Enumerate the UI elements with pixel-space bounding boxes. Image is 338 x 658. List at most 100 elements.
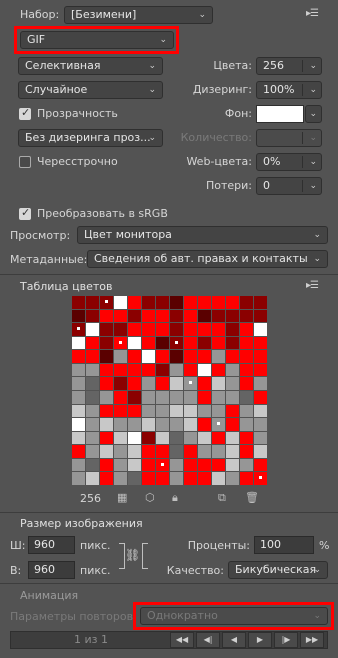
color-swatch[interactable]: [170, 336, 184, 351]
color-swatch[interactable]: [142, 404, 156, 419]
color-swatch[interactable]: [128, 404, 142, 419]
interlaced-checkbox[interactable]: [19, 156, 31, 168]
color-swatch[interactable]: [226, 377, 240, 391]
color-swatch[interactable]: [86, 336, 100, 351]
preview-select[interactable]: Цвет монитора ⌄: [77, 226, 328, 244]
color-swatch[interactable]: [184, 377, 198, 391]
color-swatch[interactable]: [254, 309, 268, 324]
color-swatch[interactable]: [142, 472, 156, 486]
color-swatch[interactable]: [226, 445, 240, 459]
color-swatch[interactable]: [156, 377, 170, 391]
color-swatch[interactable]: [212, 418, 226, 432]
height-input[interactable]: 960: [28, 561, 75, 579]
color-swatch[interactable]: [212, 309, 226, 324]
color-swatch[interactable]: [100, 323, 114, 337]
color-swatch[interactable]: [226, 363, 240, 378]
color-swatch[interactable]: [86, 296, 100, 310]
color-swatch[interactable]: [254, 418, 268, 432]
color-table-menu-icon[interactable]: ▸☰: [306, 280, 319, 291]
dither-select[interactable]: 100% ⌄: [256, 81, 322, 99]
color-swatch[interactable]: [240, 309, 254, 324]
color-swatch[interactable]: [142, 323, 156, 337]
color-swatch[interactable]: [100, 350, 114, 364]
color-swatch[interactable]: [142, 458, 156, 473]
color-swatch[interactable]: [198, 418, 212, 432]
color-swatch[interactable]: [254, 323, 268, 337]
color-swatch[interactable]: [100, 309, 114, 324]
color-swatch[interactable]: [86, 390, 100, 405]
color-swatch[interactable]: [128, 377, 142, 391]
color-swatch[interactable]: [170, 458, 184, 473]
color-swatch[interactable]: [212, 350, 226, 364]
play-icon[interactable]: ▶: [248, 632, 272, 648]
color-swatch[interactable]: [254, 363, 268, 378]
color-swatch[interactable]: [184, 296, 198, 310]
color-swatch[interactable]: [128, 390, 142, 405]
color-swatch[interactable]: [100, 445, 114, 459]
color-swatch[interactable]: [212, 296, 226, 310]
color-swatch[interactable]: [72, 377, 86, 391]
color-swatch[interactable]: [114, 390, 128, 405]
color-swatch[interactable]: [72, 390, 86, 405]
color-swatch[interactable]: [128, 418, 142, 432]
color-swatch[interactable]: [142, 296, 156, 310]
color-swatch[interactable]: [240, 363, 254, 378]
lock-icon[interactable]: 🔒︎: [172, 491, 178, 505]
color-swatch[interactable]: [170, 445, 184, 459]
color-swatch[interactable]: [142, 390, 156, 405]
color-swatch[interactable]: [240, 377, 254, 391]
previous-frame-button-icon[interactable]: ◀: [222, 632, 246, 648]
color-swatch[interactable]: [142, 350, 156, 364]
color-swatch[interactable]: [226, 472, 240, 486]
color-swatch[interactable]: [114, 336, 128, 351]
color-swatch[interactable]: [170, 431, 184, 446]
previous-frame-icon[interactable]: ◀|: [196, 632, 220, 648]
percent-input[interactable]: 100: [254, 536, 314, 554]
color-swatch[interactable]: [212, 472, 226, 486]
color-swatch[interactable]: [142, 431, 156, 446]
color-swatch[interactable]: [100, 472, 114, 486]
color-swatch[interactable]: [156, 363, 170, 378]
color-swatch[interactable]: [114, 458, 128, 473]
color-swatch[interactable]: [170, 390, 184, 405]
color-swatch[interactable]: [128, 431, 142, 446]
convert-srgb-checkbox[interactable]: [19, 206, 31, 220]
color-swatch[interactable]: [240, 296, 254, 310]
color-swatch[interactable]: [212, 445, 226, 459]
color-swatch[interactable]: [240, 445, 254, 459]
color-swatch[interactable]: [198, 472, 212, 486]
color-swatch[interactable]: [128, 472, 142, 486]
color-swatch[interactable]: [72, 418, 86, 432]
color-swatch[interactable]: [184, 323, 198, 337]
color-swatch[interactable]: [226, 336, 240, 351]
color-swatch[interactable]: [170, 323, 184, 337]
color-swatch[interactable]: [254, 390, 268, 405]
color-swatch[interactable]: [86, 458, 100, 473]
color-swatch[interactable]: [100, 363, 114, 378]
dither-algorithm-select[interactable]: Случайное ⌄: [18, 81, 163, 99]
color-swatch[interactable]: [156, 458, 170, 473]
color-swatch[interactable]: [198, 390, 212, 405]
amount-select[interactable]: ⌄: [256, 129, 322, 147]
color-swatch[interactable]: [142, 309, 156, 324]
color-swatch[interactable]: [226, 404, 240, 419]
reduction-select[interactable]: Селективная ⌄: [18, 57, 163, 75]
chain-link-icon[interactable]: ⛓︎: [125, 548, 140, 562]
color-swatch[interactable]: [156, 323, 170, 337]
color-swatch[interactable]: [156, 431, 170, 446]
color-swatch[interactable]: [86, 431, 100, 446]
color-swatch[interactable]: [240, 458, 254, 473]
color-swatch[interactable]: [184, 458, 198, 473]
cube-icon[interactable]: ⬡: [145, 491, 155, 504]
color-swatch[interactable]: [156, 445, 170, 459]
color-swatch[interactable]: [240, 390, 254, 405]
color-swatch[interactable]: [100, 404, 114, 419]
color-swatch[interactable]: [86, 418, 100, 432]
color-swatch[interactable]: [254, 445, 268, 459]
color-swatch[interactable]: [212, 458, 226, 473]
color-swatch[interactable]: [226, 323, 240, 337]
color-swatch[interactable]: [128, 445, 142, 459]
matte-color-swatch[interactable]: [256, 105, 304, 123]
color-swatch[interactable]: [72, 363, 86, 378]
color-swatch[interactable]: [212, 377, 226, 391]
